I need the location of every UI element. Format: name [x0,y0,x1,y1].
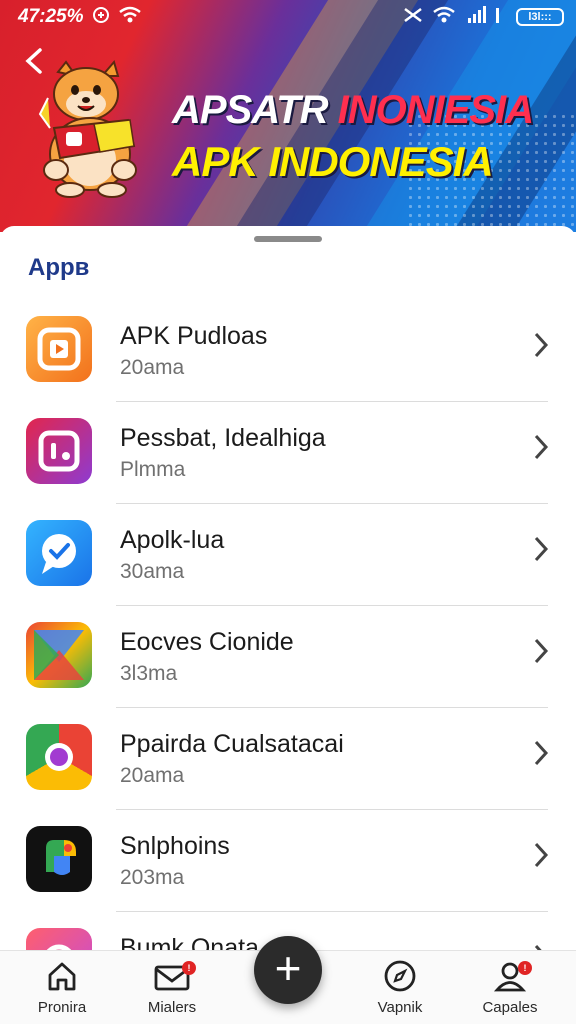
leaf-icon [26,826,92,892]
user-icon: ! [460,959,560,995]
chevron-right-icon [532,636,550,673]
nav-mail[interactable]: ! Mialers [122,959,222,1021]
mascot-fox-logo [38,59,137,198]
add-button[interactable]: + [254,936,322,1004]
nav-profile[interactable]: ! Capales [460,959,560,1021]
nav-label: Mialers [147,999,197,1016]
chat-check-icon [26,520,92,586]
app-name: Pessbat, Idealhiga [120,424,326,452]
app-subtitle: 20ama [120,764,185,787]
app-name: Snlphoins [120,832,230,860]
wifi-icon [118,6,142,29]
pen-circle-icon [350,959,450,995]
app-subtitle: 20ama [120,356,185,379]
chevron-right-icon [532,738,550,775]
app-subtitle: 30ama [120,560,185,583]
apps-sheet: Appв APK Pudloas 20ama Pessbat, Idealhig… [0,226,576,1024]
app-subtitle: 203ma [120,866,185,889]
status-bar: 47:25% l3l::: [0,0,576,34]
battery-indicator: l3l::: [516,8,564,26]
gallery-icon [26,418,92,484]
app-list-item[interactable]: Pessbat, Idealhiga Plmma [0,402,576,504]
triangle-store-icon [26,622,92,688]
signal-bars-icon [494,6,502,29]
app-subtitle: 3l3ma [120,662,178,685]
chrome-circle-icon [26,724,92,790]
sync-icon [92,6,110,29]
section-title: Appв [28,254,90,281]
app-list: APK Pudloas 20ama Pessbat, Idealhiga Plm… [0,300,576,1014]
app-name: Ppairda Cualsatacai [120,730,344,758]
mail-icon: ! [122,959,222,995]
nav-label: Pronira [37,999,87,1016]
status-time: 47:25% [18,6,84,27]
banner-title-line2: APK INDONESIA [172,138,494,185]
nav-label: Capales [482,999,538,1016]
sheet-grabber-handle[interactable] [254,236,322,242]
nav-tasks[interactable]: Vapnik [350,959,450,1021]
chevron-right-icon [532,534,550,571]
signal-icon [466,6,488,29]
chevron-right-icon [532,432,550,469]
play-square-icon [26,316,92,382]
banner-title-red: INONIESIA [337,88,534,132]
app-list-item[interactable]: Snlphoins 203ma [0,810,576,912]
notification-badge: ! [182,961,196,975]
app-list-item[interactable]: Ppairda Cualsatacai 20ama [0,708,576,810]
notification-badge: ! [518,961,532,975]
app-name: Apolk-lua [120,526,225,554]
app-name: APK Pudloas [120,322,268,350]
chevron-right-icon [532,330,550,367]
app-name: Eocves Cionide [120,628,294,656]
app-subtitle: Plmma [120,458,186,481]
home-icon [12,959,112,995]
banner-title-line1: APSATR INONIESIA [172,88,534,133]
mute-icon [402,6,424,29]
banner-title-white: APSATR [172,88,338,132]
app-list-item[interactable]: APK Pudloas 20ama [0,300,576,402]
nav-label: Vapnik [377,999,423,1016]
nav-home[interactable]: Pronira [12,959,112,1021]
chevron-right-icon [532,840,550,877]
app-list-item[interactable]: Eocves Cionide 3l3ma [0,606,576,708]
wifi-icon [432,6,456,29]
header-banner: 47:25% l3l::: APSATR INONIESIA APK INDON… [0,0,576,232]
app-list-item[interactable]: Apolk-lua 30ama [0,504,576,606]
